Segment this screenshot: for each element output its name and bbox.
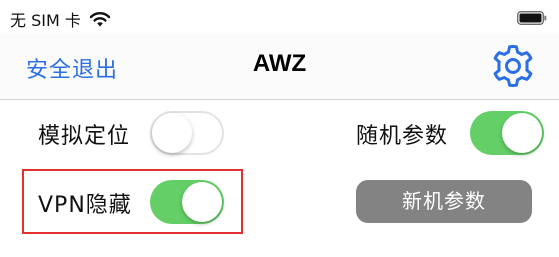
app-screen: 无 SIM 卡 安全退出 AWZ 模拟定位 随机参数 VPN隐藏 新机参数 [0, 0, 559, 257]
new-params-button[interactable]: 新机参数 [356, 180, 532, 223]
status-bar: 无 SIM 卡 [0, 0, 559, 34]
wifi-icon [89, 12, 111, 27]
carrier-label: 无 SIM 卡 [10, 11, 81, 30]
mock-location-toggle[interactable] [150, 111, 224, 155]
vpn-hide-label: VPN隐藏 [38, 193, 132, 218]
toggle-knob [182, 182, 222, 222]
gear-icon [493, 45, 533, 87]
random-params-label: 随机参数 [356, 124, 449, 149]
mock-location-label: 模拟定位 [38, 124, 131, 149]
navigation-bar: 安全退出 AWZ [0, 34, 559, 100]
page-title: AWZ [252, 50, 307, 77]
toggle-knob [502, 113, 542, 153]
vpn-hide-toggle[interactable] [150, 180, 224, 224]
battery-icon [517, 11, 547, 25]
settings-button[interactable] [489, 42, 537, 90]
toggle-knob [152, 113, 192, 153]
carrier-status: 无 SIM 卡 [10, 7, 111, 31]
settings-panel: 模拟定位 随机参数 VPN隐藏 新机参数 [0, 100, 559, 257]
random-params-toggle[interactable] [470, 111, 544, 155]
